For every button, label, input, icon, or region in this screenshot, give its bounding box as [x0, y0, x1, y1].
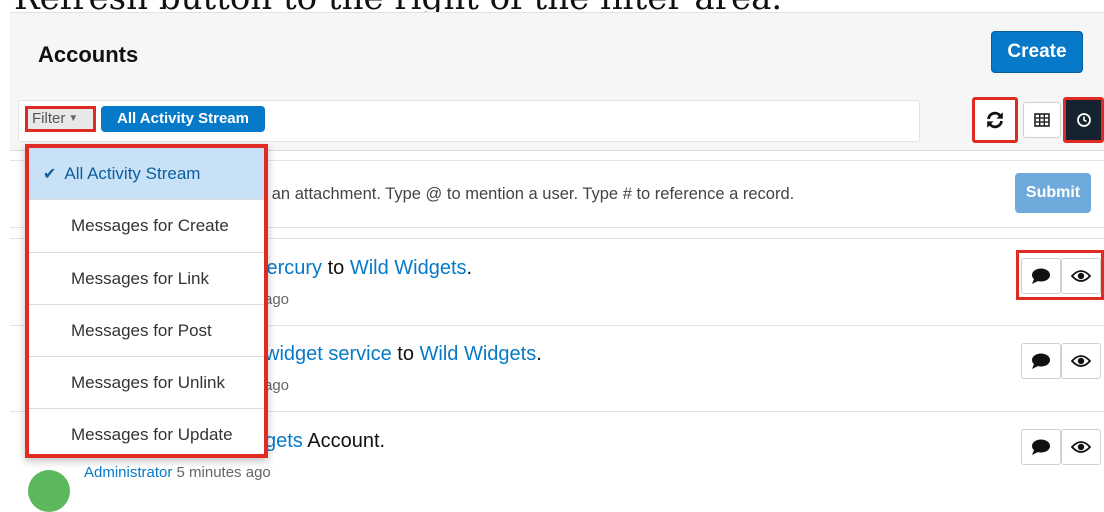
- comment-button[interactable]: [1021, 429, 1061, 465]
- preview-button[interactable]: [1061, 429, 1101, 465]
- highlight-box: [1016, 250, 1104, 300]
- table-icon: [1034, 113, 1050, 127]
- preview-button[interactable]: [1061, 343, 1101, 379]
- check-icon: ✔: [43, 166, 57, 183]
- filter-dropdown-button[interactable]: Filter ▼: [25, 106, 96, 132]
- page-title: Accounts: [38, 42, 139, 67]
- filter-option-messages-for-create[interactable]: Messages for Create: [29, 200, 264, 253]
- clock-icon: [1076, 113, 1091, 127]
- activity-stream-view-button[interactable]: [1063, 97, 1104, 143]
- refresh-icon: [987, 111, 1003, 129]
- active-filter-pill[interactable]: All Activity Stream: [101, 106, 265, 132]
- filter-option-messages-for-link[interactable]: Messages for Link: [29, 253, 264, 305]
- caret-down-icon: ▼: [68, 113, 79, 124]
- create-button[interactable]: Create: [991, 31, 1083, 73]
- activity-link[interactable]: widget service: [265, 343, 392, 365]
- activity-text: widget service to Wild Widgets.: [265, 343, 542, 365]
- activity-link[interactable]: Wild Widgets: [420, 343, 537, 365]
- submit-button[interactable]: Submit: [1015, 173, 1091, 213]
- post-input-placeholder[interactable]: p an attachment. Type @ to mention a use…: [258, 185, 794, 204]
- list-view-button[interactable]: [1023, 102, 1061, 138]
- eye-icon: [1071, 355, 1091, 367]
- refresh-button[interactable]: [972, 97, 1018, 143]
- filter-option-messages-for-post[interactable]: Messages for Post: [29, 305, 264, 358]
- activity-time: Administrator 5 minutes ago: [84, 464, 271, 481]
- comment-icon: [1032, 439, 1050, 455]
- filter-option-messages-for-update[interactable]: Messages for Update: [29, 409, 264, 461]
- comment-button[interactable]: [1021, 343, 1061, 379]
- avatar: [28, 470, 70, 512]
- filter-option-all-activity-stream[interactable]: ✔ All Activity Stream: [29, 148, 264, 201]
- activity-text: gets Account.: [265, 430, 386, 452]
- activity-link[interactable]: Wild Widgets: [350, 257, 467, 279]
- filter-option-messages-for-unlink[interactable]: Messages for Unlink: [29, 357, 264, 410]
- eye-icon: [1071, 441, 1091, 453]
- activity-link[interactable]: gets: [265, 430, 303, 452]
- filter-dropdown-menu: ✔ All Activity Stream Messages for Create…: [25, 144, 268, 458]
- page-header: [10, 12, 1104, 95]
- comment-icon: [1032, 353, 1050, 369]
- activity-text: lercury to Wild Widgets.: [262, 257, 473, 279]
- activity-link[interactable]: lercury: [262, 257, 322, 279]
- filter-dropdown-label: Filter: [32, 110, 66, 127]
- activity-user-link[interactable]: Administrator: [84, 464, 172, 481]
